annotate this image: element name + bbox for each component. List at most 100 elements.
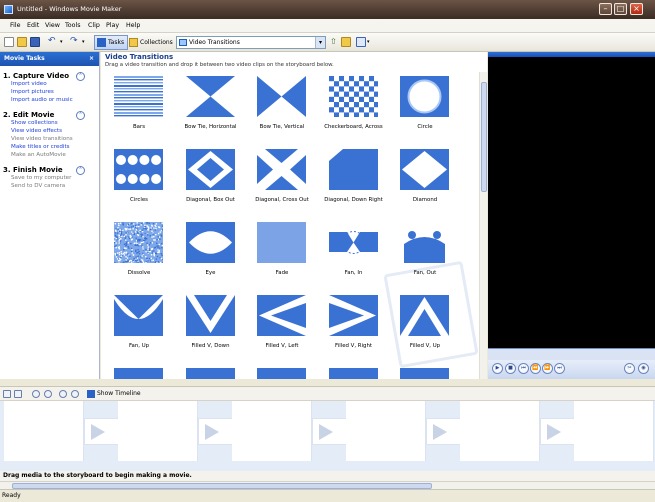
transition-fan-up[interactable]: Fan, Up [103,291,175,363]
new-project-icon[interactable] [4,37,14,47]
transition-thumbnail[interactable] [328,222,378,263]
menu-play[interactable]: Play [106,22,119,29]
storyboard-transition-slot[interactable] [540,418,575,445]
chevron-down-icon[interactable]: ▾ [315,37,325,48]
previous-frame-icon[interactable]: ⏮ [518,363,529,374]
transition-thumbnail[interactable] [185,222,235,263]
transition-thumbnail[interactable] [114,368,163,379]
new-folder-icon[interactable] [341,37,351,47]
transition-bow-tie-vertical[interactable]: Bow Tie, Vertical [246,72,318,144]
transition-diagonal-box-out[interactable]: Diagonal, Box Out [175,145,247,217]
transition-filled-v-up[interactable]: Filled V, Up [389,291,461,363]
transition-thumbnail[interactable] [400,76,449,117]
transition-circle[interactable]: Circle [389,72,461,144]
transition-thumbnail[interactable] [257,368,306,379]
transition-thumbnail[interactable] [114,76,163,117]
play-storyboard-icon[interactable] [71,390,79,398]
transition-eye[interactable]: Eye [175,218,247,290]
redo-dropdown-icon[interactable]: ▾ [82,37,92,47]
transition-diagonal-down-right[interactable]: Diagonal, Down Right [318,145,390,217]
fast-forward-icon[interactable]: ⏩ [542,363,553,374]
transition-thumbnail-partial[interactable] [246,364,318,379]
transition-thumbnail[interactable] [257,222,306,263]
storyboard-view-icon[interactable] [3,390,11,398]
seek-bar[interactable] [488,348,655,360]
zoom-in-icon[interactable] [32,390,40,398]
storyboard-transition-slot[interactable] [84,418,119,445]
transition-thumbnail[interactable] [257,149,306,190]
undo-icon[interactable]: ↶ [48,37,58,47]
rewind-icon[interactable]: ⏪ [530,363,541,374]
views-dropdown-icon[interactable]: ▾ [367,37,377,47]
transition-filled-v-left[interactable]: Filled V, Left [246,291,318,363]
content-vertical-scrollbar[interactable] [479,72,487,379]
minimize-button[interactable]: – [599,3,612,15]
save-project-icon[interactable] [30,37,40,47]
import-pictures-link[interactable]: Import pictures [3,88,99,96]
transition-thumbnail[interactable] [257,76,306,117]
close-pane-icon[interactable]: × [89,52,94,66]
storyboard-transition-slot[interactable] [312,418,347,445]
transition-thumbnail[interactable] [185,76,235,117]
transition-bow-tie-horizontal[interactable]: Bow Tie, Horizontal [175,72,247,144]
transition-diagonal-cross-out[interactable]: Diagonal, Cross Out [246,145,318,217]
storyboard-clip-slot[interactable] [232,401,312,461]
make-titles-link[interactable]: Make titles or credits [3,143,99,151]
storyboard-clip-slot[interactable] [346,401,426,461]
transition-dissolve[interactable]: Dissolve [103,218,175,290]
open-project-icon[interactable] [17,37,27,47]
transition-fan-in[interactable]: Fan, In [318,218,390,290]
menu-file[interactable]: File [10,22,21,29]
show-collections-link[interactable]: Show collections [3,119,99,127]
play-icon[interactable]: ▶ [492,363,503,374]
transition-thumbnail[interactable] [114,295,163,336]
menu-clip[interactable]: Clip [88,22,100,29]
audio-levels-icon[interactable] [14,390,22,398]
menu-help[interactable]: Help [126,22,140,29]
transition-thumbnail[interactable] [400,368,449,379]
scrollbar-thumb[interactable] [481,82,487,192]
menu-tools[interactable]: Tools [65,22,81,29]
transition-thumbnail[interactable] [114,149,163,190]
collapse-chevron-icon[interactable]: ⌃ [76,110,85,120]
transition-thumbnail-partial[interactable] [318,364,390,379]
collection-select[interactable]: Video Transitions ▾ [176,36,326,49]
transition-thumbnail[interactable] [328,149,378,190]
stop-icon[interactable]: ■ [505,363,516,374]
collections-button[interactable]: Collections [126,35,174,50]
up-one-level-icon[interactable]: ⇧ [330,37,340,47]
view-video-transitions-link[interactable]: View video transitions [3,135,99,143]
zoom-out-icon[interactable] [44,390,52,398]
transition-thumbnail[interactable] [328,368,378,379]
redo-icon[interactable]: ↷ [70,37,80,47]
transition-thumbnail-partial[interactable] [103,364,175,379]
transition-thumbnail[interactable] [114,222,163,263]
transition-fan-out[interactable]: Fan, Out [389,218,461,290]
transition-thumbnail-partial[interactable] [389,364,461,379]
menu-view[interactable]: View [45,22,60,29]
storyboard-transition-slot[interactable] [426,418,461,445]
collapse-chevron-icon[interactable]: ⌃ [76,165,85,175]
transition-thumbnail[interactable] [328,295,378,336]
collapse-chevron-icon[interactable]: ⌃ [76,72,85,81]
transition-thumbnail[interactable] [328,76,378,117]
storyboard-transition-slot[interactable] [198,418,233,445]
tasks-button[interactable]: Tasks [94,35,128,50]
maximize-button[interactable]: □ [614,3,627,15]
import-audio-link[interactable]: Import audio or music [3,96,99,104]
view-video-effects-link[interactable]: View video effects [3,127,99,135]
transition-thumbnail[interactable] [400,149,449,190]
split-icon[interactable]: ✂ [624,363,635,374]
storyboard-horizontal-scrollbar[interactable] [0,481,655,489]
transition-thumbnail-partial[interactable] [175,364,247,379]
transition-thumbnail[interactable] [185,368,235,379]
make-automovie-link[interactable]: Make an AutoMovie [3,151,99,159]
transition-thumbnail[interactable] [257,295,306,336]
undo-dropdown-icon[interactable]: ▾ [60,37,70,47]
show-timeline-button[interactable]: Show Timeline [87,389,141,399]
transition-thumbnail[interactable] [400,295,449,336]
import-video-link[interactable]: Import video [3,80,99,88]
transition-thumbnail[interactable] [400,222,449,263]
storyboard[interactable] [0,401,655,471]
send-to-dv-camera-link[interactable]: Send to DV camera [3,182,99,190]
